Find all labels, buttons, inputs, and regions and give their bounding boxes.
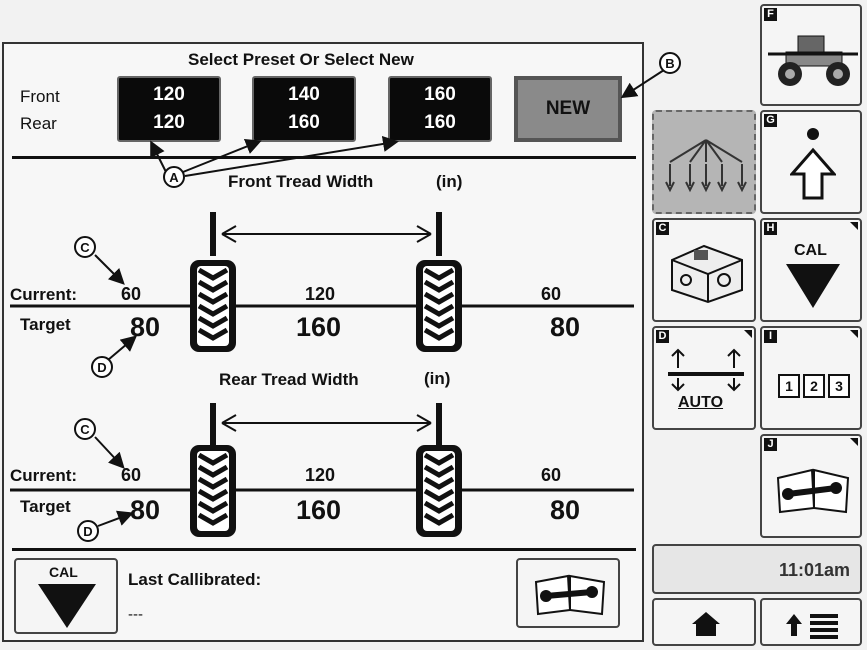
cal-button[interactable]: CAL bbox=[14, 558, 118, 634]
menu-button[interactable] bbox=[760, 598, 862, 646]
cal-down-arrow-icon bbox=[38, 584, 96, 628]
corner-indicator bbox=[850, 330, 858, 338]
engine-icon bbox=[671, 244, 743, 304]
bottom-divider bbox=[12, 548, 636, 551]
corner-indicator bbox=[744, 330, 752, 338]
corner-indicator bbox=[850, 438, 858, 446]
button-letter-i: I bbox=[764, 330, 777, 343]
front-tread-title: Front Tread Width bbox=[228, 172, 374, 191]
callout-b: B bbox=[659, 52, 681, 74]
rear-current-left: 60 bbox=[121, 465, 142, 485]
button-letter-g: G bbox=[764, 114, 777, 127]
number-keypad-icon: 1 2 3 bbox=[778, 374, 850, 398]
sprayer-vehicle-icon bbox=[768, 35, 858, 86]
service-manual-icon bbox=[534, 574, 606, 616]
clock-display: 11:01am bbox=[652, 544, 862, 594]
cal-button-label: CAL bbox=[49, 564, 78, 580]
last-calibrated-value: --- bbox=[128, 606, 143, 623]
boom-spray-icon bbox=[665, 139, 747, 193]
manual-side-button[interactable]: J bbox=[760, 434, 862, 538]
front-tread-unit: (in) bbox=[436, 172, 463, 191]
rear-target-center: 160 bbox=[296, 495, 342, 525]
manual-button[interactable] bbox=[516, 558, 620, 628]
front-target-left[interactable]: 80 bbox=[130, 312, 160, 343]
front-current-right: 60 bbox=[541, 284, 562, 304]
rear-target-right[interactable]: 80 bbox=[550, 495, 580, 526]
auto-boom-button[interactable]: D AUTO bbox=[652, 326, 756, 430]
rear-target-label: Target bbox=[20, 497, 71, 516]
vehicle-button[interactable]: F bbox=[760, 4, 862, 106]
button-letter-j: J bbox=[764, 438, 777, 451]
boom-button[interactable] bbox=[652, 110, 756, 214]
cal-down-arrow-icon bbox=[786, 264, 840, 308]
digit-box: 2 bbox=[803, 374, 825, 398]
corner-indicator bbox=[850, 222, 858, 230]
menu-list-icon bbox=[786, 614, 838, 639]
service-manual-icon bbox=[776, 468, 850, 514]
clock-time: 11:01am bbox=[778, 560, 850, 580]
raise-button[interactable]: G bbox=[760, 110, 862, 214]
button-letter-h: H bbox=[764, 222, 777, 235]
button-letter-d: D bbox=[656, 330, 669, 343]
number-button[interactable]: I 1 2 3 bbox=[760, 326, 862, 430]
front-target-center: 160 bbox=[296, 312, 342, 342]
rear-current-right: 60 bbox=[541, 465, 562, 485]
button-letter-c: C bbox=[656, 222, 669, 235]
front-current-label: Current: bbox=[10, 285, 78, 304]
button-letter-f: F bbox=[764, 8, 777, 21]
auto-label: AUTO bbox=[678, 394, 724, 411]
front-target-right[interactable]: 80 bbox=[550, 312, 580, 343]
rear-tread-unit: (in) bbox=[424, 369, 451, 388]
rear-current-label: Current: bbox=[10, 466, 78, 485]
auto-boom-height-icon bbox=[668, 348, 744, 392]
rear-current-center: 120 bbox=[305, 465, 336, 485]
callout-a: A bbox=[163, 166, 185, 188]
front-current-left: 60 bbox=[121, 284, 142, 304]
rear-tread-title: Rear Tread Width bbox=[219, 370, 359, 389]
home-icon bbox=[692, 612, 720, 636]
front-target-label: Target bbox=[20, 315, 71, 334]
engine-button[interactable]: C bbox=[652, 218, 756, 322]
up-arrow-icon bbox=[790, 128, 836, 200]
home-button[interactable] bbox=[652, 598, 756, 646]
digit-box: 3 bbox=[828, 374, 850, 398]
cal-side-label: CAL bbox=[794, 242, 827, 259]
digit-box: 1 bbox=[778, 374, 800, 398]
front-current-center: 120 bbox=[305, 284, 336, 304]
last-calibrated-label: Last Callibrated: bbox=[128, 570, 262, 589]
rear-target-left[interactable]: 80 bbox=[130, 495, 160, 526]
cal-side-button[interactable]: H CAL bbox=[760, 218, 862, 322]
